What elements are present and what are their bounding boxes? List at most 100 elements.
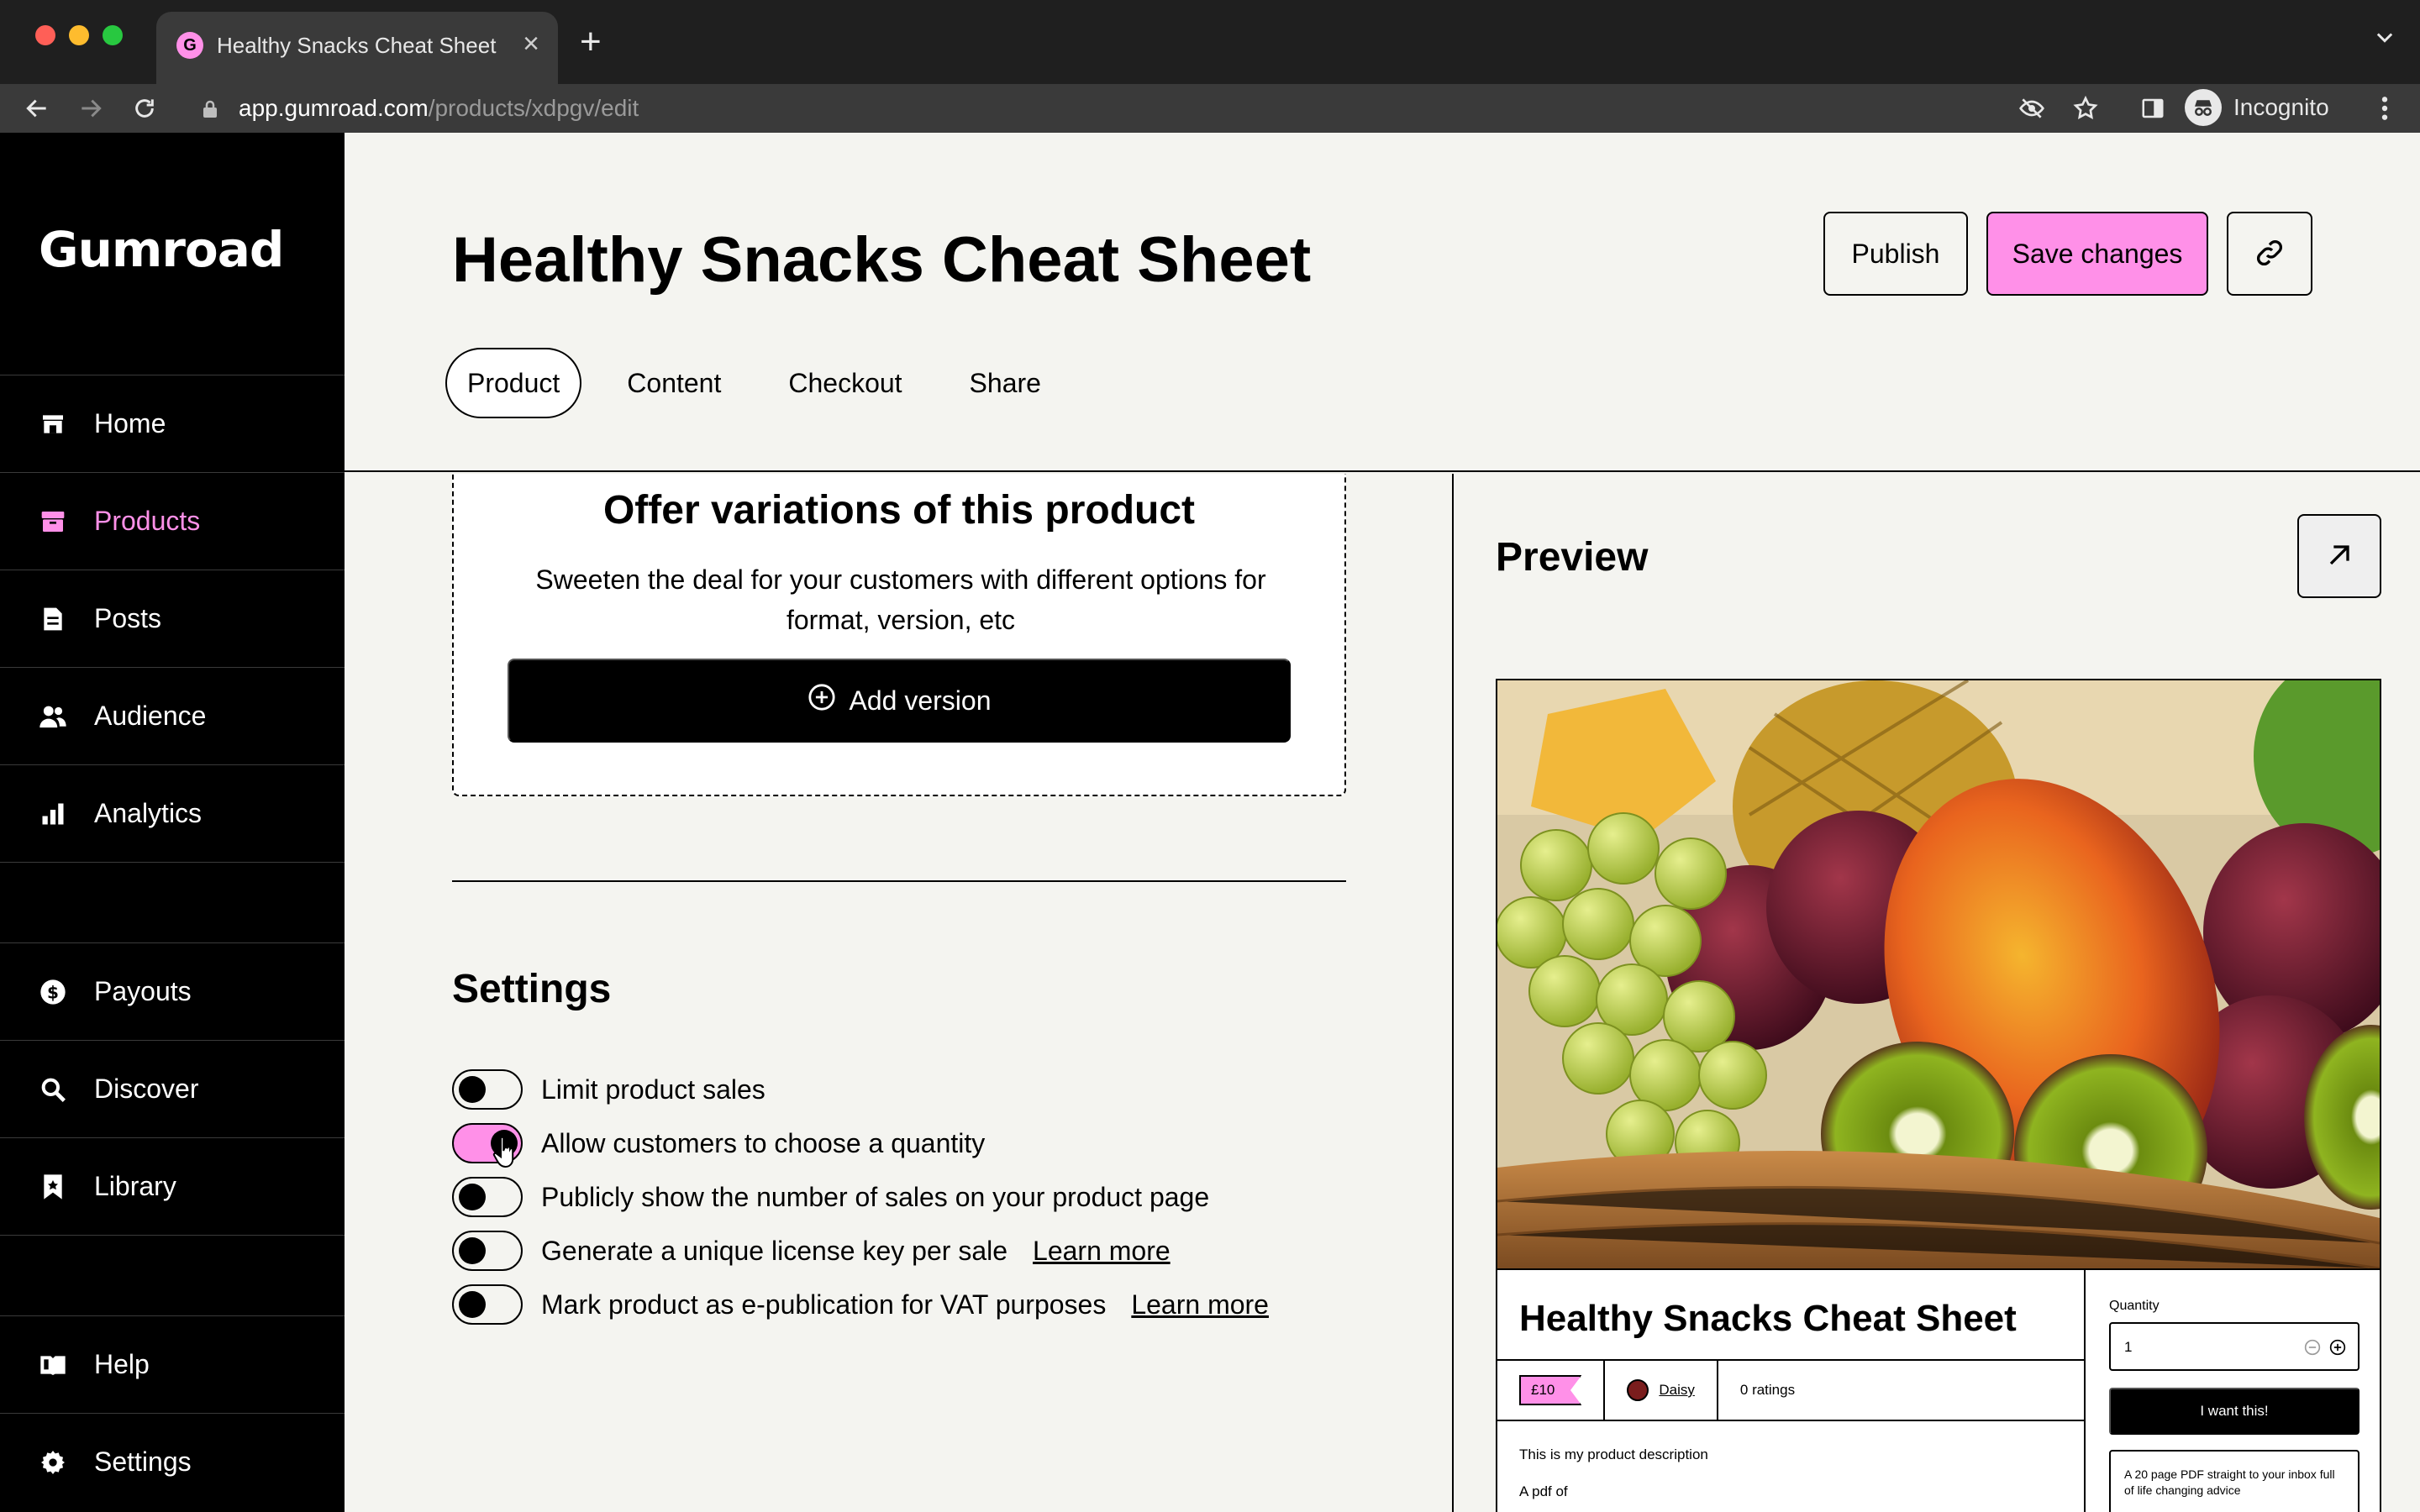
setting-limit-sales: Limit product sales: [452, 1068, 765, 1110]
page-header: Healthy Snacks Cheat Sheet Publish Save …: [345, 133, 2420, 472]
tab-title: Healthy Snacks Cheat Sheet: [217, 33, 497, 58]
i-want-this-button[interactable]: I want this!: [2109, 1388, 2360, 1435]
setting-license-key: Generate a unique license key per sale L…: [452, 1230, 1171, 1272]
setting-label: Allow customers to choose a quantity: [541, 1127, 986, 1158]
creator-cell: Daisy: [1605, 1361, 1718, 1420]
tab-product[interactable]: Product: [445, 348, 582, 418]
sidebar-item-label: Help: [94, 1349, 150, 1379]
epublication-toggle[interactable]: [452, 1284, 523, 1325]
sidebar-item-home[interactable]: Home: [0, 375, 345, 472]
logo-text: Gumroad: [39, 226, 283, 276]
book-icon: [39, 1351, 67, 1379]
new-tab-icon[interactable]: +: [580, 22, 602, 62]
copy-link-button[interactable]: [2227, 212, 2312, 296]
maximize-window-button[interactable]: [103, 25, 123, 45]
limit-sales-toggle[interactable]: [452, 1069, 523, 1110]
save-changes-button[interactable]: Save changes: [1986, 212, 2208, 296]
tab-checkout[interactable]: Checkout: [766, 348, 923, 418]
address-bar[interactable]: app.gumroad.com/products/xdpgv/edit: [182, 86, 2198, 131]
setting-epublication: Mark product as e-publication for VAT pu…: [452, 1284, 1269, 1326]
epublication-learn-more-link[interactable]: Learn more: [1131, 1289, 1269, 1320]
close-window-button[interactable]: [35, 25, 55, 45]
publish-button[interactable]: Publish: [1823, 212, 1968, 296]
quantity-label: Quantity: [2109, 1299, 2160, 1313]
gumroad-favicon-icon: G: [176, 32, 203, 59]
creator-link[interactable]: Daisy: [1659, 1382, 1695, 1399]
back-icon[interactable]: [17, 84, 57, 133]
sidebar-item-library[interactable]: Library: [0, 1137, 345, 1235]
incognito-icon: [2185, 89, 2222, 126]
browser-menu-icon[interactable]: [2365, 84, 2405, 133]
section-divider: [452, 880, 1346, 882]
plus-circle-icon: [808, 683, 836, 718]
add-version-label: Add version: [849, 685, 992, 716]
sidebar-spacer: [0, 862, 345, 942]
incognito-profile[interactable]: Incognito: [2185, 89, 2329, 126]
variations-card: Offer variations of this product Sweeten…: [452, 474, 1346, 796]
sidebar-item-label: Payouts: [94, 976, 192, 1006]
tab-share[interactable]: Share: [948, 348, 1063, 418]
hand-cursor-icon: [492, 1136, 519, 1173]
product-editor: Offer variations of this product Sweeten…: [345, 474, 1452, 1512]
sidebar-item-discover[interactable]: Discover: [0, 1040, 345, 1137]
quantity-value: 1: [2124, 1339, 2133, 1355]
sidebar-item-help[interactable]: Help: [0, 1315, 345, 1413]
tab-content[interactable]: Content: [605, 348, 743, 418]
product-info: Healthy Snacks Cheat Sheet £10 Daisy 0 r…: [1497, 1270, 2086, 1512]
sidebar-item-payouts[interactable]: $ Payouts: [0, 942, 345, 1040]
sidebar-item-posts[interactable]: Posts: [0, 570, 345, 667]
sidebar: Gumroad Home Products Posts Audience Ana…: [0, 133, 345, 1512]
bar-chart-icon: [39, 800, 67, 828]
sidebar-item-settings[interactable]: Settings: [0, 1413, 345, 1510]
quantity-stepper[interactable]: 1: [2109, 1322, 2360, 1371]
close-tab-icon[interactable]: ×: [523, 27, 539, 60]
search-icon: [39, 1075, 67, 1104]
minus-circle-icon[interactable]: [2304, 1339, 2321, 1360]
setting-label: Mark product as e-publication for VAT pu…: [541, 1289, 1107, 1320]
setting-label: Generate a unique license key per sale: [541, 1235, 1008, 1266]
product-tabs: Product Content Checkout Share: [445, 348, 1086, 418]
sidebar-item-analytics[interactable]: Analytics: [0, 764, 345, 862]
sidebar-item-products[interactable]: Products: [0, 472, 345, 570]
bookmark-icon: [39, 1173, 67, 1201]
setting-label: Limit product sales: [541, 1074, 765, 1105]
price-badge: £10: [1519, 1375, 1582, 1405]
preview-panel: Preview Healthy Snacks Cheat Sheet £10 D…: [1452, 474, 2420, 1512]
svg-text:$: $: [47, 982, 59, 1002]
ratings-count: 0 ratings: [1739, 1382, 1796, 1398]
setting-choose-quantity: Allow customers to choose a quantity: [452, 1122, 985, 1164]
product-preview-card: Healthy Snacks Cheat Sheet £10 Daisy 0 r…: [1496, 679, 2381, 1512]
forward-icon[interactable]: [71, 84, 111, 133]
plus-circle-icon[interactable]: [2329, 1339, 2346, 1360]
gear-icon: [39, 1448, 67, 1477]
lock-icon: [202, 99, 218, 123]
avatar: [1627, 1379, 1649, 1401]
sidebar-item-label: Discover: [94, 1074, 199, 1104]
gumroad-logo[interactable]: Gumroad: [39, 221, 308, 292]
document-icon: [39, 605, 67, 633]
bookmark-star-icon[interactable]: [2065, 84, 2106, 133]
reload-icon[interactable]: [124, 84, 165, 133]
tab-search-chevron-icon[interactable]: [2373, 25, 2396, 53]
side-panel-icon[interactable]: [2133, 84, 2173, 133]
browser-tab[interactable]: G Healthy Snacks Cheat Sheet ×: [156, 12, 558, 84]
show-sales-count-toggle[interactable]: [452, 1177, 523, 1217]
license-key-learn-more-link[interactable]: Learn more: [1033, 1236, 1171, 1267]
price-cell: £10: [1497, 1361, 1606, 1420]
sidebar-item-label: Audience: [94, 701, 207, 731]
minimize-window-button[interactable]: [69, 25, 89, 45]
open-preview-button[interactable]: [2297, 514, 2381, 598]
sidebar-item-label: Products: [94, 506, 201, 536]
dollar-icon: $: [39, 978, 67, 1006]
ratings-cell: 0 ratings: [1718, 1361, 1817, 1420]
license-key-toggle[interactable]: [452, 1231, 523, 1271]
store-icon: [39, 410, 67, 438]
people-icon: [39, 702, 67, 731]
sidebar-item-label: Library: [94, 1171, 176, 1201]
product-meta-row: £10 Daisy 0 ratings: [1497, 1359, 2086, 1421]
sidebar-item-audience[interactable]: Audience: [0, 667, 345, 764]
sidebar-item-label: Home: [94, 408, 166, 438]
add-version-button[interactable]: Add version: [508, 659, 1291, 743]
sidebar-item-label: Posts: [94, 603, 162, 633]
eye-off-icon[interactable]: [2012, 84, 2052, 133]
